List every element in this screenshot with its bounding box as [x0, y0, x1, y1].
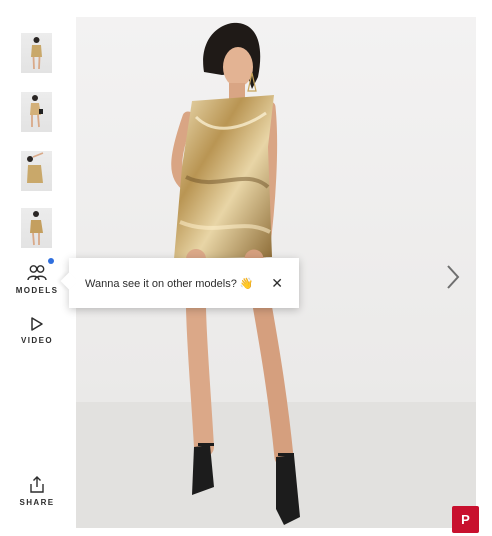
models-tooltip: Wanna see it on other models? 👋 ✕ — [60, 258, 299, 308]
models-label: MODELS — [15, 286, 59, 295]
pinterest-button[interactable]: P — [452, 506, 479, 533]
share-button[interactable]: SHARE — [10, 476, 64, 507]
model-thumbnail-image — [30, 95, 43, 128]
video-label: VIDEO — [21, 336, 53, 345]
product-thumbnail-2[interactable] — [21, 92, 52, 132]
share-icon — [30, 476, 44, 493]
chevron-right-icon — [447, 265, 460, 289]
notification-dot — [48, 258, 54, 264]
model-thumbnail-image — [30, 211, 43, 246]
tooltip-close-button[interactable]: ✕ — [271, 275, 283, 292]
model-thumbnail-image — [31, 37, 42, 70]
product-thumbnail-3[interactable] — [21, 151, 52, 191]
models-icon — [27, 265, 47, 281]
next-image-button[interactable] — [442, 262, 464, 292]
product-thumbnail-1[interactable] — [21, 33, 52, 73]
tooltip-text: Wanna see it on other models? 👋 — [85, 277, 254, 290]
model-thumbnail-image — [27, 152, 44, 183]
play-icon — [31, 317, 43, 331]
product-thumbnail-4[interactable] — [21, 208, 52, 248]
video-button[interactable]: VIDEO — [10, 316, 64, 345]
share-label: SHARE — [19, 498, 55, 507]
pinterest-icon: P — [461, 512, 470, 527]
models-button[interactable]: MODELS — [10, 264, 64, 295]
